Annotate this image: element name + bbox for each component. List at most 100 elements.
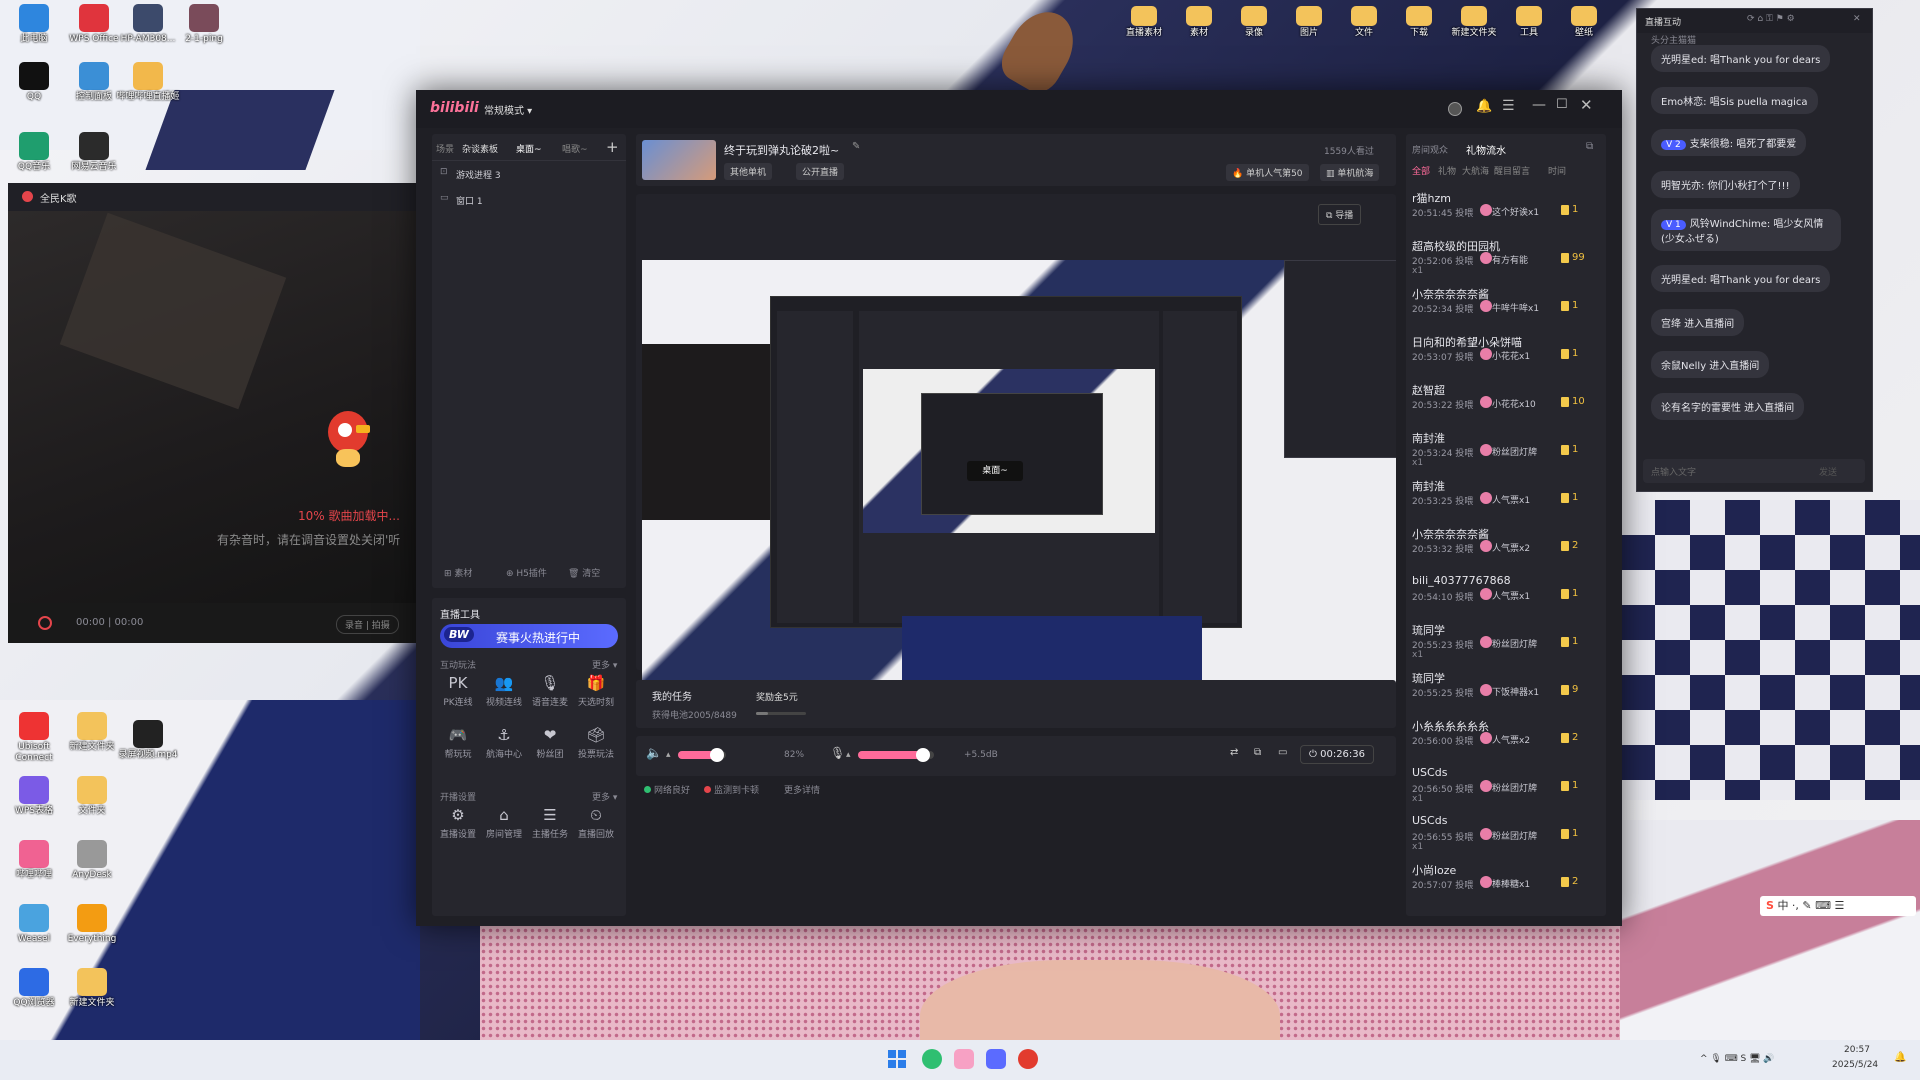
tool-0[interactable]: PK PK连线 <box>436 674 480 708</box>
mic-dropdown-icon[interactable]: ▴ <box>846 750 851 760</box>
gift-row[interactable]: bili_40377767868 20:54:10 投喂 人气票x1 1 <box>1406 572 1600 614</box>
gift-row[interactable]: 超高校级的田园机 20:52:06 投喂 有方有能 99 x1 <box>1406 236 1600 278</box>
avatar[interactable] <box>1448 102 1462 116</box>
desktop-icon[interactable]: 网易云音乐 <box>62 132 126 173</box>
source-item[interactable]: ▭ 窗口 1 <box>440 190 620 210</box>
screenshot-icon[interactable]: ⧉ <box>1254 747 1261 758</box>
chat-message[interactable]: 余鼠Nelly 进入直播间 <box>1651 351 1770 378</box>
desktop-icon[interactable]: 壁纸 <box>1558 6 1610 39</box>
tool-3[interactable]: 🎁 天选时刻 <box>574 674 618 708</box>
stop-live-button[interactable]: ⏻ 00:26:36 <box>1300 745 1375 764</box>
chat-message[interactable]: V 1 风铃WindChime: 唱少女风情 (少女ふぜる) <box>1651 209 1841 251</box>
menu-icon[interactable]: ☰ <box>1502 98 1515 114</box>
clear-button[interactable]: 🗑 清空 <box>568 566 600 579</box>
tool-7[interactable]: 🗳 投票玩法 <box>574 726 618 760</box>
gift-row[interactable]: 南封淮 20:53:24 投喂 粉丝团灯牌 1 x1 <box>1406 428 1600 470</box>
bilibili-taskbar-icon[interactable] <box>986 1049 1006 1069</box>
desktop-icon[interactable]: 哔哩哔哩直播姬 <box>116 62 180 103</box>
gift-filter[interactable]: 礼物 <box>1438 164 1456 177</box>
director-button[interactable]: ⧉ 导播 <box>1318 204 1362 225</box>
desktop-icon[interactable]: 2-1-ping <box>172 4 236 45</box>
gift-row[interactable]: 琉同学 20:55:23 投喂 粉丝团灯牌 1 x1 <box>1406 620 1600 662</box>
desktop-icon[interactable]: Ubisoft Connect <box>2 712 66 764</box>
gift-row[interactable]: 小尚loze 20:57:07 投喂 棒棒糖x1 2 <box>1406 860 1600 902</box>
interactive-more-link[interactable]: 更多 ▾ <box>592 658 617 671</box>
chat-toolbar-icons[interactable]: ⟳ ⌂ ⚿ ⚑ ⚙ <box>1747 14 1795 24</box>
scene-tab[interactable]: 唱歌~ <box>562 142 588 155</box>
scene-tab[interactable]: 杂谈素板 <box>462 142 498 155</box>
desktop-icon[interactable]: 新建文件夹 <box>1448 6 1500 39</box>
gift-row[interactable]: r猫hzm 20:51:45 投喂 这个好诶x1 1 <box>1406 188 1600 230</box>
desktop-icon[interactable]: 文件夹 <box>60 776 124 817</box>
voyage-rank[interactable]: ▥ 单机航海 <box>1320 164 1380 181</box>
task-title[interactable]: 我的任务 <box>652 688 692 703</box>
mic-slider[interactable] <box>858 748 934 762</box>
gift-row[interactable]: 小奈奈奈奈奈酱 20:53:32 投喂 人气票x2 2 <box>1406 524 1600 566</box>
chat-message[interactable]: 光明星ed: 唱Thank you for dears <box>1651 45 1831 72</box>
gift-row[interactable]: 日向和的希望小朵饼喵 20:53:07 投喂 小花花x1 1 <box>1406 332 1600 374</box>
notification-icon[interactable]: 🔔 <box>1894 1052 1906 1063</box>
tool-2[interactable]: 🎙 语音连麦 <box>528 674 572 708</box>
gift-row[interactable]: 小糸糸糸糸糸糸 20:56:00 投喂 人气票x2 2 <box>1406 716 1600 758</box>
tool-5[interactable]: ⚓ 航海中心 <box>482 726 526 760</box>
tool-1[interactable]: 👥 视频连线 <box>482 674 526 708</box>
gift-filter[interactable]: 大航海 <box>1462 164 1489 177</box>
desktop-icon[interactable]: 录像 <box>1228 6 1280 39</box>
visibility-tag[interactable]: 公开直播 <box>796 163 845 180</box>
edit-title-icon[interactable]: ✎ <box>852 141 860 152</box>
gift-filter[interactable]: 全部 <box>1412 164 1430 177</box>
chat-close-icon[interactable]: ✕ <box>1853 14 1861 24</box>
tab-audience[interactable]: 房间观众 <box>1412 143 1448 156</box>
gift-row[interactable]: 南封淮 20:53:25 投喂 人气票x1 1 <box>1406 476 1600 518</box>
desktop-icon[interactable]: WPS表格 <box>2 776 66 817</box>
speaker-icon[interactable]: 🔈 <box>646 746 662 761</box>
setting-tool-0[interactable]: ⚙ 直播设置 <box>436 806 480 840</box>
speaker-dropdown-icon[interactable]: ▴ <box>666 750 671 760</box>
setting-tool-2[interactable]: ☰ 主播任务 <box>528 806 572 840</box>
stream-cover-thumbnail[interactable] <box>642 140 716 180</box>
desktop-icon[interactable]: 新建文件夹 <box>60 968 124 1009</box>
desktop-icon[interactable]: QQ浏览器 <box>2 968 66 1009</box>
chat-message[interactable]: 明智光亦: 你们小秋打个了!!! <box>1651 171 1800 198</box>
desktop-icon[interactable]: Weasel <box>2 904 66 945</box>
karaoke-taskbar-icon[interactable] <box>1018 1049 1038 1069</box>
tray-icons[interactable]: ^ 🎙 ⌨ S 🖥 🔊 <box>1700 1054 1775 1064</box>
minimize-icon[interactable]: — <box>1532 97 1546 113</box>
gift-row[interactable]: 琉同学 20:55:25 投喂 下饭神器x1 9 <box>1406 668 1600 710</box>
record-mode-button[interactable]: 录音 | 拍摄 <box>336 615 399 634</box>
material-button[interactable]: ⊞ 素材 <box>444 566 472 579</box>
browser-taskbar-icon[interactable] <box>922 1049 942 1069</box>
chat-message[interactable]: 宫绛 进入直播间 <box>1651 309 1745 336</box>
setting-tool-3[interactable]: ⏲ 直播回放 <box>574 806 618 840</box>
desktop-icon[interactable]: 素材 <box>1173 6 1225 39</box>
gift-row[interactable]: USCds 20:56:50 投喂 粉丝团灯牌 1 x1 <box>1406 764 1600 806</box>
stream-title[interactable]: 终于玩到弹丸论破2啦~ <box>724 142 839 158</box>
start-button-icon[interactable] <box>888 1050 906 1068</box>
status-text[interactable]: 更多详情 <box>784 783 820 796</box>
desktop-icon[interactable]: 此电脑 <box>2 4 66 45</box>
volume-slider[interactable] <box>678 748 726 762</box>
desktop-icon[interactable]: AnyDesk <box>60 840 124 881</box>
maximize-icon[interactable]: ☐ <box>1556 97 1568 112</box>
h5-plugin-button[interactable]: ⊕ H5插件 <box>506 566 547 579</box>
desktop-icon[interactable]: 哔哩哔哩 <box>2 840 66 881</box>
chat-input[interactable]: 点输入文字 发送 <box>1643 459 1865 483</box>
popout-icon[interactable]: ⧉ <box>1586 141 1593 152</box>
tab-gift-flow[interactable]: 礼物流水 <box>1466 142 1506 157</box>
gift-row[interactable]: 小奈奈奈奈奈酱 20:52:34 投喂 牛哞牛哞x1 1 <box>1406 284 1600 326</box>
desktop-icon[interactable]: 直播素材 <box>1118 6 1170 39</box>
gift-row[interactable]: 赵智超 20:53:22 投喂 小花花x10 10 <box>1406 380 1600 422</box>
stream-preview[interactable]: ⧉ 导播 桌面~ <box>636 194 1396 684</box>
desktop-icon[interactable]: QQ <box>2 62 66 103</box>
add-scene-icon[interactable]: + <box>606 138 619 156</box>
bell-icon[interactable]: 🔔 <box>1476 99 1492 114</box>
chat-message[interactable]: Emo林恋: 唱Sis puella magica <box>1651 87 1818 114</box>
source-item[interactable]: ⊡ 游戏进程 3 <box>440 164 620 184</box>
desktop-icon[interactable]: 文件 <box>1338 6 1390 39</box>
desktop-icon[interactable]: 录屏视频.mp4 <box>116 720 180 761</box>
mode-dropdown[interactable]: 常规模式 ▾ <box>484 102 532 117</box>
desktop-icon[interactable]: 下载 <box>1393 6 1445 39</box>
desktop-icon[interactable]: 工具 <box>1503 6 1555 39</box>
desktop-icon[interactable]: 图片 <box>1283 6 1335 39</box>
event-banner[interactable]: BW 赛事火热进行中 <box>440 624 618 648</box>
